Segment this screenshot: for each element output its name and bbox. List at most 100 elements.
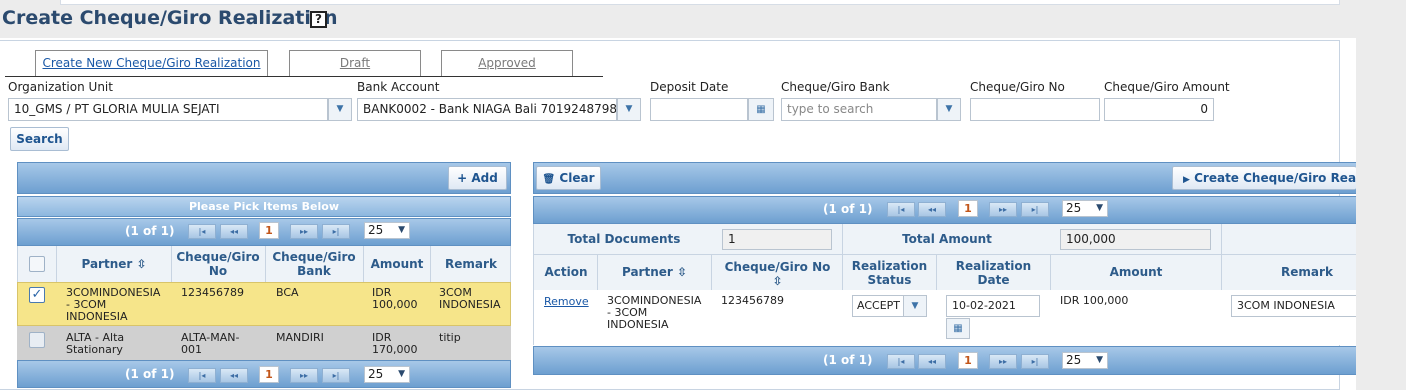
page-size-select[interactable]: 25 ▼ xyxy=(364,222,410,239)
col-amount-header: Amount xyxy=(1109,265,1163,279)
realization-date-input[interactable]: 10-02-2021 xyxy=(946,295,1040,317)
page-size-select[interactable]: 25 ▼ xyxy=(1062,200,1108,217)
col-date-header: Realization Date xyxy=(937,259,1050,287)
create-realization-button[interactable]: ▶ Create Cheque/Giro Realizat xyxy=(1172,166,1356,190)
current-page[interactable]: 1 xyxy=(259,222,279,239)
chevron-down-icon[interactable]: ▼ xyxy=(617,98,641,121)
remove-link[interactable]: Remove xyxy=(544,295,589,308)
deposit-date-input[interactable] xyxy=(650,98,748,121)
tab-draft[interactable]: Draft xyxy=(289,50,421,77)
cheque-amount-label: Cheque/Giro Amount xyxy=(1104,80,1230,94)
row-amount-value: 100,000 xyxy=(372,298,418,311)
divider xyxy=(56,246,57,282)
next-page-icon[interactable]: ▸▸ xyxy=(989,354,1017,369)
clear-button[interactable]: 🗑 Clear xyxy=(536,166,601,190)
add-button[interactable]: + Add xyxy=(448,166,507,190)
prev-page-icon[interactable]: ◂◂ xyxy=(220,368,248,383)
row-bank: BCA xyxy=(276,286,299,299)
row-partner-line: INDONESIA xyxy=(607,318,669,331)
chevron-down-icon[interactable]: ▼ xyxy=(328,98,352,121)
row-partner: 3COMINDONESIA - 3COM INDONESIA xyxy=(607,295,711,331)
first-page-icon[interactable]: |◂ xyxy=(188,368,216,383)
col-date-line1: Realization xyxy=(955,259,1032,273)
current-page[interactable]: 1 xyxy=(259,366,279,383)
cheque-bank-label: Cheque/Giro Bank xyxy=(781,80,890,94)
next-page-icon[interactable]: ▸▸ xyxy=(290,368,318,383)
col-cheque-no-header[interactable]: Cheque/Giro No xyxy=(172,250,264,278)
prev-page-icon[interactable]: ◂◂ xyxy=(220,224,248,239)
current-page[interactable]: 1 xyxy=(958,352,978,369)
row-checkbox[interactable] xyxy=(29,332,45,348)
bank-account-label: Bank Account xyxy=(357,80,440,94)
col-amount-header[interactable]: Amount xyxy=(364,257,430,271)
page-title: Create Cheque/Giro Realization xyxy=(2,7,338,29)
col-bank-line1: Cheque/Giro xyxy=(272,250,356,264)
cheque-no-label: Cheque/Giro No xyxy=(970,80,1065,94)
search-button[interactable]: Search xyxy=(10,127,69,151)
row-remark: 3COM INDONESIA xyxy=(439,287,501,311)
row-remark-input[interactable]: 3COM INDONESIA xyxy=(1231,295,1356,317)
col-partner-header[interactable]: Partner ⇳ xyxy=(598,265,711,279)
cheque-amount-input[interactable]: 0 xyxy=(1104,98,1214,121)
col-bank-header[interactable]: Cheque/Giro Bank xyxy=(266,250,362,278)
col-cheque-no-header[interactable]: Cheque/Giro No ⇳ xyxy=(712,260,843,288)
row-bank: MANDIRI xyxy=(276,331,324,344)
col-action-header: Action xyxy=(544,265,588,279)
left-pager-info: (1 of 1) xyxy=(125,224,175,238)
page-size-select[interactable]: 25 ▼ xyxy=(1062,352,1108,369)
divider xyxy=(597,254,598,290)
col-cheque-no-label: Cheque/Giro No xyxy=(724,260,831,274)
last-page-icon[interactable]: ▸| xyxy=(322,224,350,239)
row-partner-line: Stationary xyxy=(66,343,123,356)
first-page-icon[interactable]: |◂ xyxy=(887,354,915,369)
total-documents-value: 1 xyxy=(722,229,832,250)
row-checkbox-checked[interactable]: ✓ xyxy=(29,287,45,303)
chevron-down-icon: ▼ xyxy=(398,369,405,379)
prev-page-icon[interactable]: ◂◂ xyxy=(918,354,946,369)
next-page-icon[interactable]: ▸▸ xyxy=(290,224,318,239)
row-amount: IDR 170,000 xyxy=(372,332,418,356)
row-amount: IDR 100,000 xyxy=(372,287,418,311)
col-remark-header[interactable]: Remark xyxy=(432,257,510,271)
row-partner: ALTA - Alta Stationary xyxy=(66,332,170,356)
last-page-icon[interactable]: ▸| xyxy=(1021,202,1049,217)
last-page-icon[interactable]: ▸| xyxy=(1021,354,1049,369)
caret-right-icon: ▶ xyxy=(1183,175,1190,185)
col-cheque-no-line2: No xyxy=(208,264,228,278)
current-page[interactable]: 1 xyxy=(958,200,978,217)
page-size-select[interactable]: 25 ▼ xyxy=(364,366,410,383)
tab-approved[interactable]: Approved xyxy=(441,50,573,77)
top-panel-edge xyxy=(60,0,1340,5)
chevron-down-icon: ▼ xyxy=(1096,355,1103,365)
next-page-icon[interactable]: ▸▸ xyxy=(989,202,1017,217)
total-amount-value: 100,000 xyxy=(1060,229,1211,250)
col-partner-header[interactable]: Partner ⇳ xyxy=(58,257,170,271)
left-grid-caption: Please Pick Items Below xyxy=(188,200,340,213)
org-unit-label: Organization Unit xyxy=(8,80,113,94)
page-size-value: 25 xyxy=(368,223,384,237)
divider xyxy=(1221,254,1222,290)
cheque-bank-search-input[interactable]: type to search xyxy=(781,98,937,121)
prev-page-icon[interactable]: ◂◂ xyxy=(918,202,946,217)
calendar-icon[interactable]: ▦ xyxy=(748,98,774,121)
col-remark-header: Remark xyxy=(1281,265,1333,279)
first-page-icon[interactable]: |◂ xyxy=(188,224,216,239)
org-unit-select[interactable]: 10_GMS / PT GLORIA MULIA SEJATI xyxy=(8,98,328,121)
bank-account-select[interactable]: BANK0002 - Bank NIAGA Bali 7019248798 xyxy=(357,98,617,121)
help-icon[interactable]: ? xyxy=(310,11,327,28)
cheque-no-input[interactable] xyxy=(970,98,1100,121)
page-size-value: 25 xyxy=(368,367,384,381)
chevron-down-icon[interactable]: ▼ xyxy=(903,295,927,317)
select-all-checkbox[interactable] xyxy=(29,256,45,272)
col-status-line2: Status xyxy=(867,273,912,287)
chevron-down-icon[interactable]: ▼ xyxy=(937,98,961,121)
divider xyxy=(1050,254,1051,290)
last-page-icon[interactable]: ▸| xyxy=(322,368,350,383)
divider xyxy=(1221,224,1222,254)
tab-create-new[interactable]: Create New Cheque/Giro Realization xyxy=(35,50,268,77)
first-page-icon[interactable]: |◂ xyxy=(887,202,915,217)
status-select[interactable]: ACCEPT xyxy=(852,295,904,317)
total-amount-label: Total Amount xyxy=(902,232,992,246)
col-date-line2: Date xyxy=(977,273,1010,287)
calendar-icon[interactable]: ▦ xyxy=(946,318,970,339)
